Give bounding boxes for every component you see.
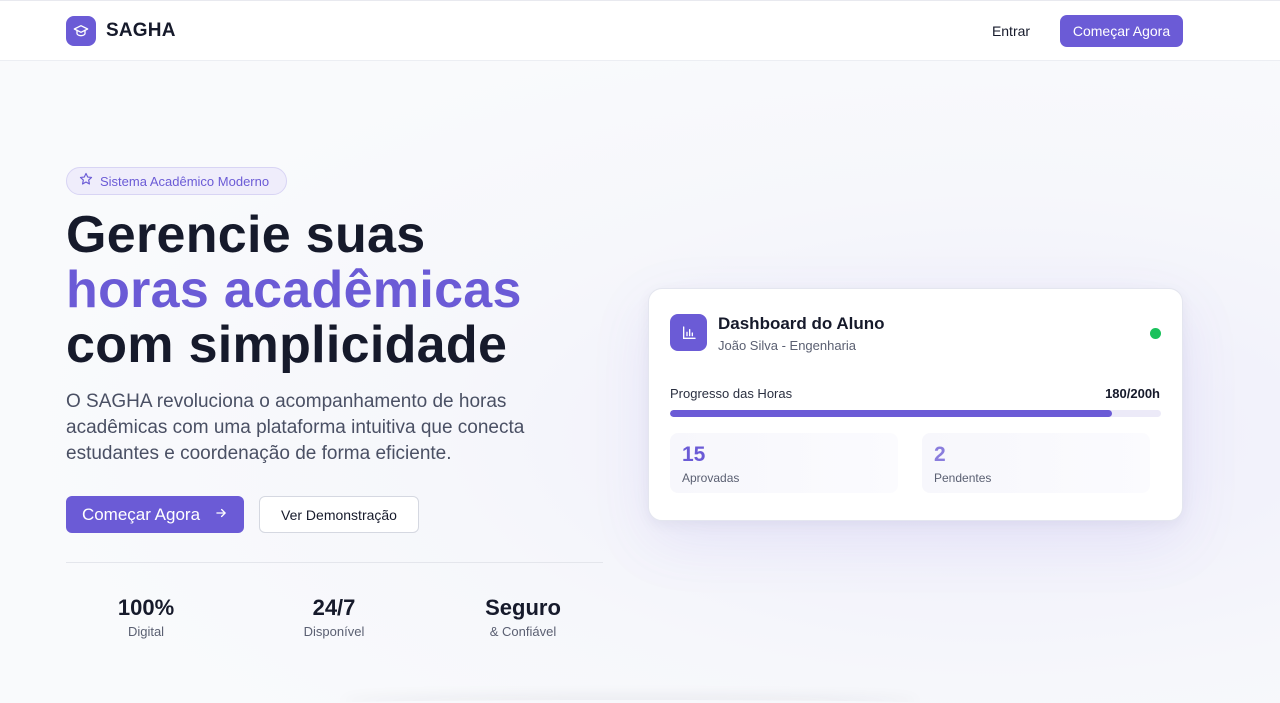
top-navigation: SAGHA Entrar Começar Agora: [0, 0, 1280, 61]
stat-availability: 24/7 Disponível: [254, 594, 414, 639]
brand[interactable]: SAGHA: [66, 16, 176, 46]
pending-count: 2: [934, 443, 946, 466]
stat-label: & Confiável: [489, 624, 557, 639]
brand-name: SAGHA: [106, 20, 176, 41]
stat-label: Disponível: [303, 624, 365, 639]
pending-stat: 2 Pendentes: [922, 433, 1150, 493]
stat-value: 100%: [117, 595, 175, 620]
arrow-right-icon: [214, 505, 228, 525]
view-demo-button[interactable]: Ver Demonstração: [259, 496, 419, 533]
dashboard-preview-card: Dashboard do Aluno João Silva - Engenhar…: [648, 288, 1183, 521]
divider: [66, 562, 603, 563]
progress-value: 180/200h: [1105, 386, 1160, 401]
pending-label: Pendentes: [934, 471, 992, 485]
hero-title-line-1: Gerencie suas: [66, 206, 426, 264]
approved-stat: 15 Aprovadas: [670, 433, 898, 493]
approved-label: Aprovadas: [682, 471, 740, 485]
hero-description: O SAGHA revoluciona o acompanhamento de …: [66, 391, 525, 464]
approved-count: 15: [682, 443, 706, 466]
progress-bar: [670, 410, 1161, 417]
online-status-dot: [1150, 328, 1161, 339]
stat-value: 24/7: [312, 595, 356, 620]
dashboard-subtitle: João Silva - Engenharia: [718, 338, 857, 353]
landing-page: SAGHA Entrar Começar Agora Sistema Acadê…: [0, 0, 1280, 703]
login-link[interactable]: Entrar: [978, 15, 1044, 47]
hero-title-line-3: com simplicidade: [66, 316, 508, 374]
get-started-label: Começar Agora: [81, 504, 201, 524]
badge-text: Sistema Acadêmico Moderno: [100, 173, 270, 189]
stat-value: Seguro: [485, 595, 561, 620]
get-started-button[interactable]: Começar Agora: [66, 496, 244, 533]
hero-title: Gerencie suas horas acadêmicas com simpl…: [66, 208, 522, 373]
get-started-nav-button[interactable]: Começar Agora: [1060, 15, 1183, 47]
stat-digital: 100% Digital: [66, 594, 226, 639]
progress-bar-fill: [670, 410, 1112, 417]
graduation-cap-icon: [66, 16, 96, 46]
stat-security: Seguro & Confiável: [443, 594, 603, 639]
hero-title-line-2: horas acadêmicas: [66, 261, 522, 319]
star-icon: [79, 172, 93, 191]
progress-label: Progresso das Horas: [670, 386, 793, 401]
dashboard-title: Dashboard do Aluno: [718, 314, 885, 333]
bar-chart-icon: [670, 314, 707, 351]
stat-label: Digital: [127, 624, 165, 639]
hero-badge: Sistema Acadêmico Moderno: [66, 167, 287, 195]
